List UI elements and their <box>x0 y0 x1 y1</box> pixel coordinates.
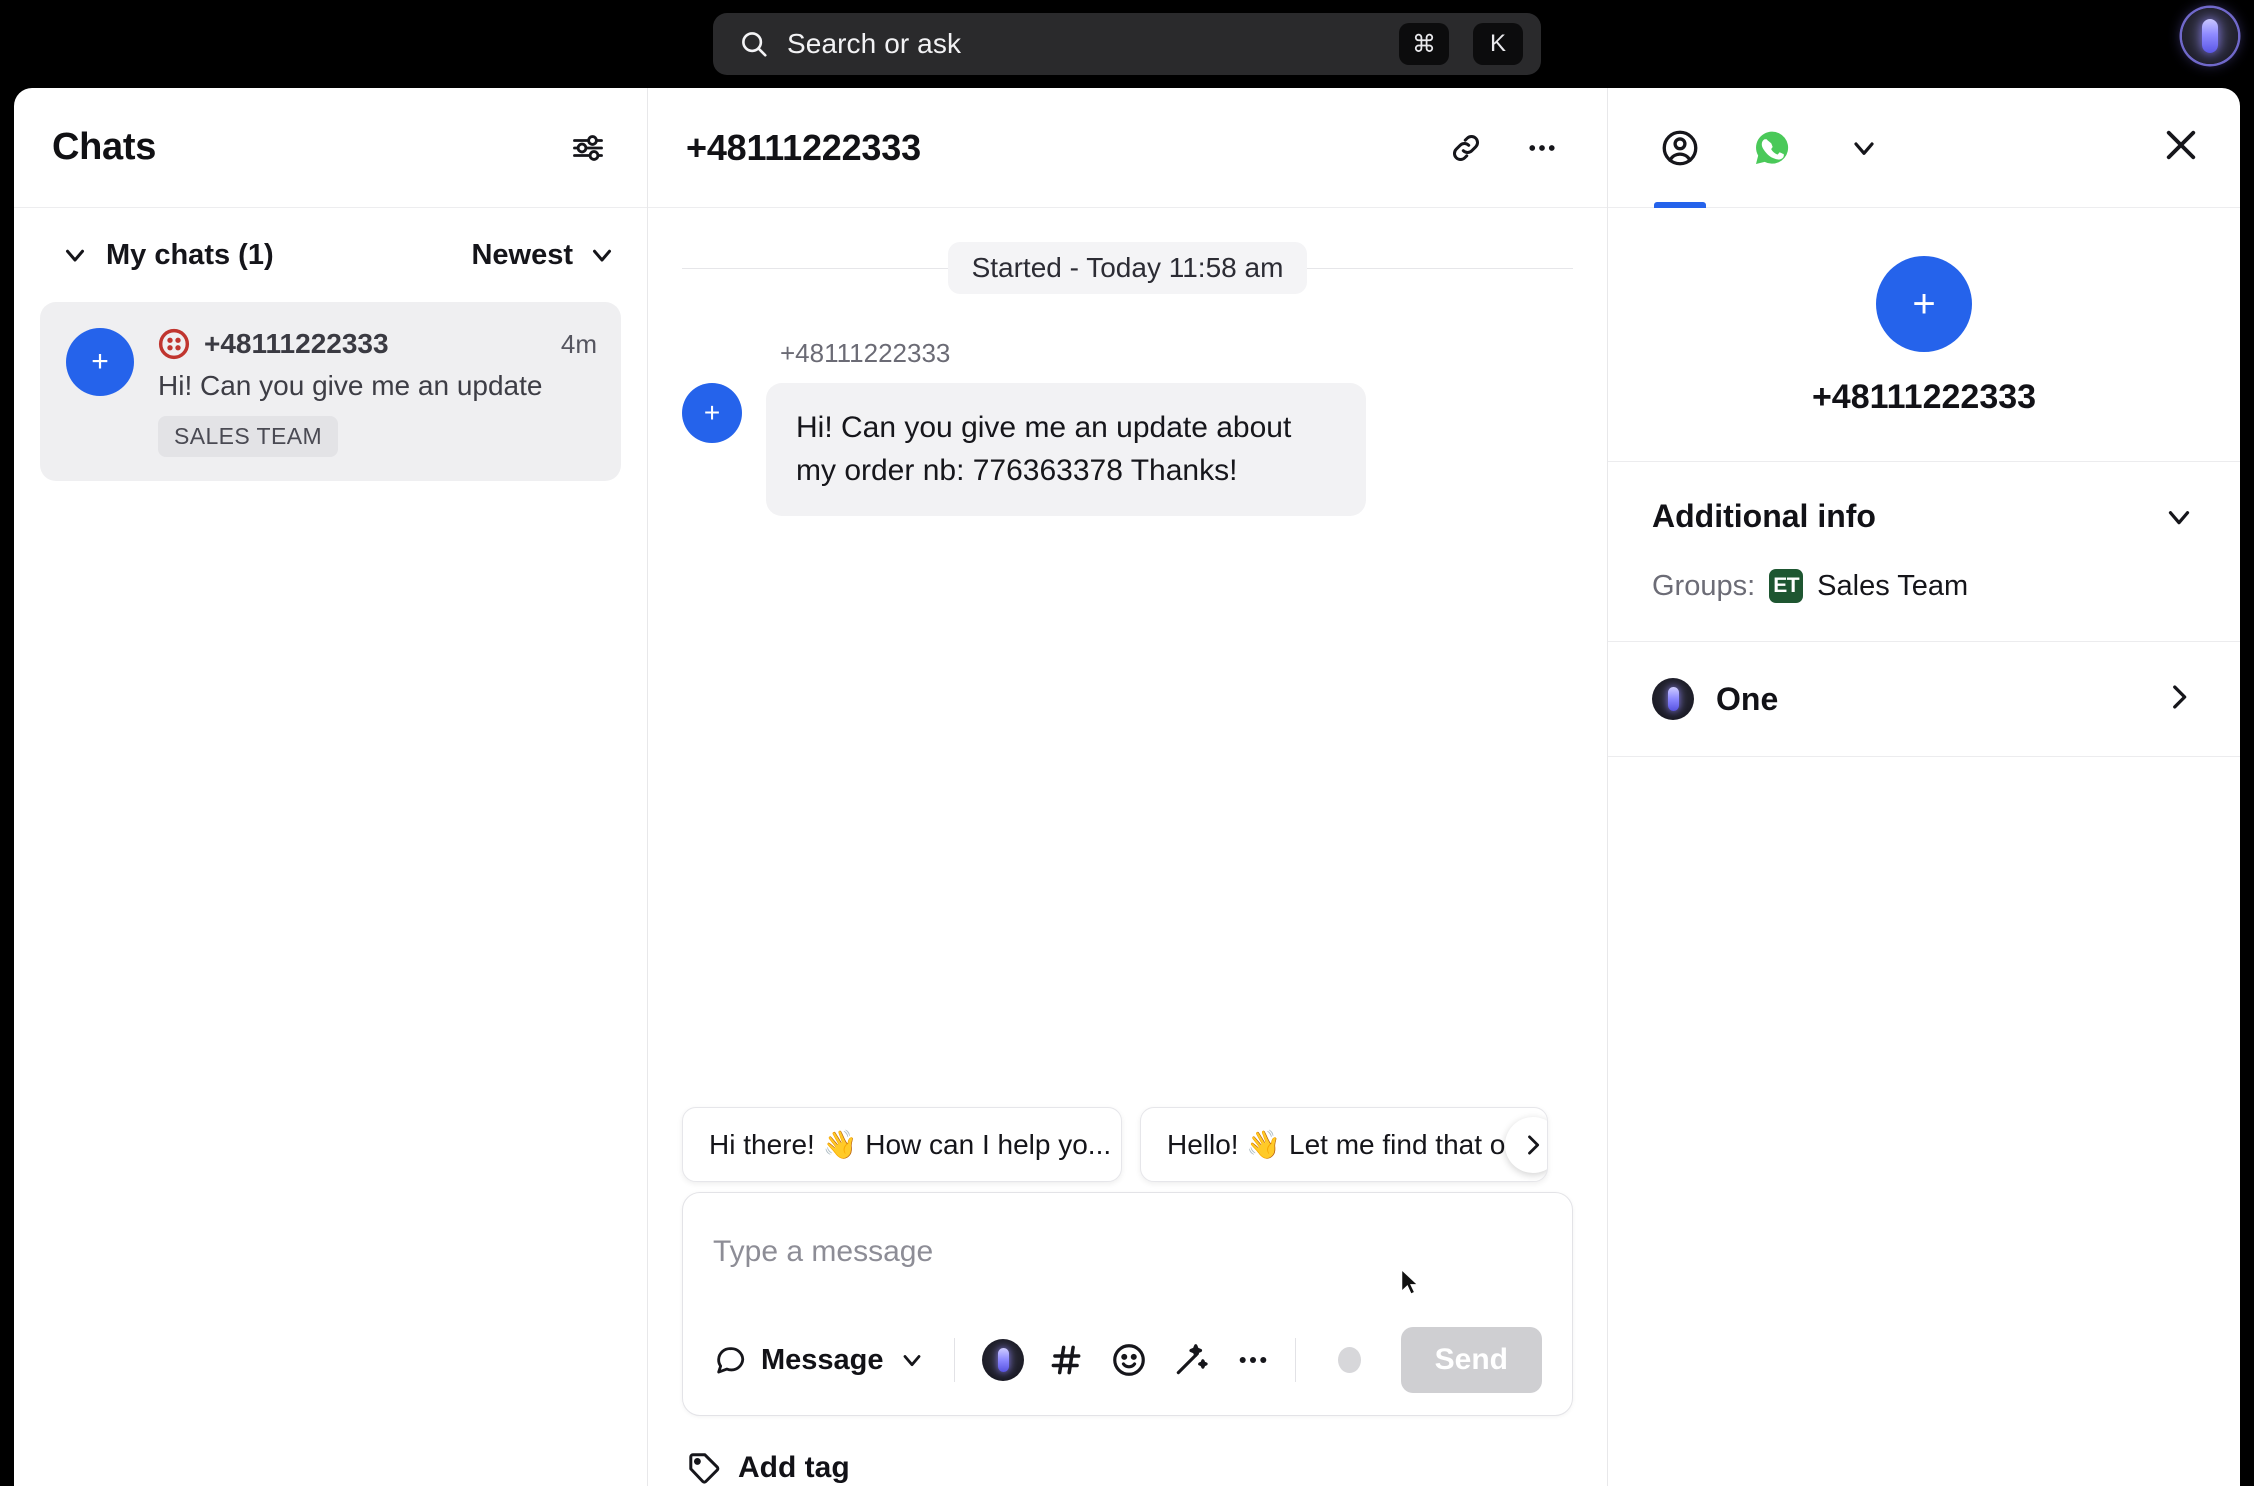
details-tabs <box>1608 88 2240 208</box>
search-icon <box>739 29 769 59</box>
quick-reply-chip[interactable]: Hi there! 👋 How can I help yo... <box>682 1107 1122 1182</box>
assistant-label: One <box>1716 680 1779 717</box>
conversation-title: +48111222333 <box>686 126 921 168</box>
send-button[interactable]: Send <box>1400 1327 1543 1393</box>
my-chats-label: My chats (1) <box>106 238 274 271</box>
sidebar-subheader: My chats (1) Newest <box>14 208 647 302</box>
add-tag-button[interactable]: Add tag <box>648 1416 1607 1486</box>
search-input[interactable]: Search or ask <box>787 28 1375 60</box>
chats-sidebar: Chats My chats (1) Newest + +48111222333… <box>14 88 648 1486</box>
user-avatar[interactable] <box>2182 8 2238 64</box>
ai-orb-icon <box>1652 678 1694 720</box>
chat-item-header: +48111222333 4m <box>158 328 597 360</box>
composer-toolbar: Message Send <box>713 1327 1543 1415</box>
chevron-down-icon <box>593 249 611 262</box>
date-divider-label: Started - Today 11:58 am <box>947 242 1308 294</box>
message-composer: Type a message Message Send <box>682 1192 1573 1416</box>
chevron-down-icon <box>2168 510 2190 524</box>
additional-info-toggle[interactable]: Additional info <box>1652 498 2196 535</box>
group-badge: ET <box>1769 569 1804 603</box>
person-circle-icon <box>1662 130 1698 165</box>
tab-contact-info[interactable] <box>1652 88 1708 208</box>
link-icon[interactable] <box>1439 121 1493 175</box>
message-bubble: Hi! Can you give me an update about my o… <box>766 383 1366 517</box>
add-tag-label: Add tag <box>738 1451 850 1484</box>
chevron-right-icon[interactable] <box>1504 1116 1547 1173</box>
chevron-down-icon <box>903 1355 920 1367</box>
sliders-filter-icon[interactable] <box>561 121 615 175</box>
group-name: Sales Team <box>1817 569 1969 602</box>
groups-label: Groups: <box>1652 569 1756 602</box>
message-sender: +48111222333 <box>780 338 951 368</box>
shortcut-key-k: K <box>1473 23 1523 65</box>
message-input[interactable]: Type a message <box>713 1221 1542 1327</box>
avatar: + <box>66 328 134 396</box>
avatar: + <box>682 383 742 443</box>
message-thread: Started - Today 11:58 am +48111222333 + … <box>648 208 1607 1107</box>
ellipsis-icon[interactable] <box>1515 121 1569 175</box>
quick-replies: Hi there! 👋 How can I help yo... Hello! … <box>648 1107 1607 1182</box>
message-type-selector[interactable]: Message <box>713 1343 926 1377</box>
date-divider: Started - Today 11:58 am <box>682 242 1573 294</box>
sort-label: Newest <box>471 238 573 271</box>
conversation-panel: +48111222333 Started - Today 11:58 am +4… <box>648 88 1608 1486</box>
top-bar: Search or ask ⌘ K <box>0 0 2254 88</box>
additional-info-section: Additional info Groups: ET Sales Team <box>1608 462 2240 642</box>
toolbar-divider <box>953 1338 955 1382</box>
ellipsis-icon[interactable] <box>1233 1337 1273 1383</box>
contact-name: +48111222333 <box>1811 378 2037 416</box>
conversation-header: +48111222333 <box>648 88 1607 208</box>
chevron-right-icon <box>2162 680 2196 719</box>
toolbar-divider <box>1295 1338 1296 1382</box>
chat-list: + +48111222333 4m Hi! Can you give me an… <box>14 302 647 1486</box>
groups-field: Groups: ET Sales Team <box>1652 569 2196 603</box>
avatar: + <box>1876 256 1972 352</box>
channel-dots-icon <box>158 328 190 360</box>
close-icon[interactable] <box>2160 124 2202 171</box>
tab-whatsapp[interactable] <box>1744 88 1800 208</box>
magic-wand-icon[interactable] <box>1171 1337 1211 1383</box>
list-item[interactable]: + +48111222333 4m Hi! Can you give me an… <box>40 302 621 481</box>
record-circle-icon[interactable] <box>1337 1347 1361 1373</box>
chat-bubble-icon <box>717 1347 745 1374</box>
status-badge: SALES TEAM <box>158 416 339 457</box>
message-row: + Hi! Can you give me an update about my… <box>682 383 1573 517</box>
page-title: Chats <box>52 126 157 168</box>
additional-info-title: Additional info <box>1652 498 1876 534</box>
conversation-actions <box>1439 121 1569 175</box>
chat-item-body: +48111222333 4m Hi! Can you give me an u… <box>158 328 597 457</box>
quick-reply-label: Hello! 👋 Let me find that ou <box>1167 1129 1521 1160</box>
global-search-bar[interactable]: Search or ask ⌘ K <box>713 13 1541 75</box>
sort-selector[interactable]: Newest <box>471 239 617 272</box>
ai-orb-avatar-icon <box>2202 19 2218 53</box>
contact-details-panel: + +48111222333 Additional info Groups: E… <box>1608 88 2240 1486</box>
tag-icon <box>689 1453 720 1484</box>
hash-icon[interactable] <box>1046 1337 1086 1383</box>
quick-reply-chip[interactable]: Hello! 👋 Let me find that ou <box>1140 1107 1548 1182</box>
my-chats-group-toggle[interactable]: My chats (1) <box>60 239 274 272</box>
emoji-smile-icon[interactable] <box>1109 1337 1149 1383</box>
chevron-down-icon <box>1854 141 1874 155</box>
sidebar-header: Chats <box>14 88 647 208</box>
tabs-more-chevron[interactable] <box>1836 88 1892 208</box>
composer-wrapper: Type a message Message Send <box>648 1192 1607 1416</box>
contact-summary: + +48111222333 <box>1608 208 2240 462</box>
message-type-label: Message <box>761 1343 884 1376</box>
chat-item-time: 4m <box>560 328 597 359</box>
ai-orb-icon[interactable] <box>982 1337 1025 1383</box>
shortcut-key-cmd: ⌘ <box>1399 23 1449 65</box>
app-shell: Chats My chats (1) Newest + +48111222333… <box>14 88 2240 1486</box>
assistant-row[interactable]: One <box>1608 642 2240 757</box>
chat-item-snippet: Hi! Can you give me an update <box>158 370 543 401</box>
whatsapp-icon <box>1756 131 1789 164</box>
chevron-down-icon <box>66 249 84 262</box>
chat-item-name: +48111222333 <box>204 328 389 359</box>
